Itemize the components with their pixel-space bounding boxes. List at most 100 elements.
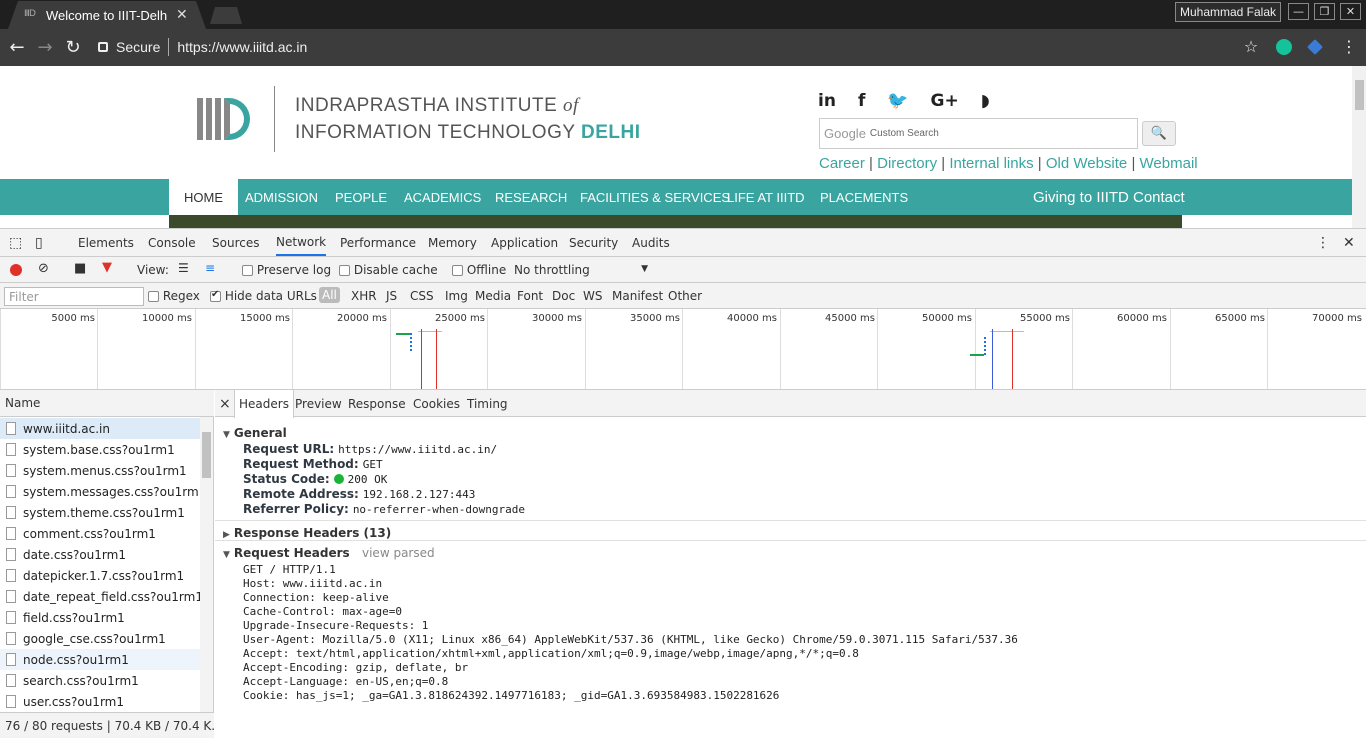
type-img[interactable]: Img: [445, 289, 468, 303]
reload-icon[interactable]: ↻: [62, 37, 84, 58]
link-career[interactable]: Career: [819, 155, 865, 172]
nav-life[interactable]: LIFE AT IIITD: [727, 179, 805, 215]
site-logo[interactable]: INDRAPRASTHA INSTITUTE of INFORMATION TE…: [197, 86, 640, 152]
google-plus-icon[interactable]: G+: [931, 91, 959, 111]
request-row[interactable]: datepicker.1.7.css?ou1rm1: [0, 565, 200, 586]
link-webmail[interactable]: Webmail: [1140, 155, 1198, 172]
browser-tab[interactable]: IIID Welcome to IIIT-Delhi ✕: [8, 1, 206, 29]
request-row[interactable]: node.css?ou1rm1: [0, 649, 200, 670]
request-row[interactable]: date.css?ou1rm1: [0, 544, 200, 565]
regex-checkbox[interactable]: [148, 291, 159, 302]
filter-icon[interactable]: ▼: [102, 260, 112, 275]
link-directory[interactable]: Directory: [877, 155, 937, 172]
request-row[interactable]: search.css?ou1rm1: [0, 670, 200, 691]
type-other[interactable]: Other: [668, 289, 702, 303]
type-font[interactable]: Font: [517, 289, 543, 303]
type-ws[interactable]: WS: [583, 289, 602, 303]
forward-icon[interactable]: →: [34, 37, 56, 58]
nav-giving[interactable]: Giving to IIITD: [1033, 179, 1129, 215]
filter-input[interactable]: Filter: [4, 287, 144, 306]
extension-icon[interactable]: [1307, 39, 1323, 55]
tab-preview[interactable]: Preview: [295, 390, 342, 417]
nav-research[interactable]: RESEARCH: [495, 179, 567, 215]
profile-button[interactable]: Muhammad Falak: [1175, 2, 1281, 22]
link-internal[interactable]: Internal links: [949, 155, 1033, 172]
capture-screenshots-icon[interactable]: ■: [74, 261, 86, 276]
tab-elements[interactable]: Elements: [78, 229, 134, 256]
tab-response[interactable]: Response: [348, 390, 406, 417]
google-search-input[interactable]: Google Custom Search: [819, 118, 1138, 149]
record-icon[interactable]: [10, 264, 22, 276]
overview-icon[interactable]: ≡: [205, 261, 215, 275]
large-rows-icon[interactable]: ☰: [178, 261, 189, 275]
twitter-icon[interactable]: 🐦: [887, 91, 908, 111]
request-row[interactable]: system.base.css?ou1rm1: [0, 439, 200, 460]
request-list-scrollbar[interactable]: [200, 417, 213, 712]
page-scrollbar[interactable]: [1352, 66, 1366, 228]
tab-network[interactable]: Network: [276, 229, 327, 256]
view-parsed-link[interactable]: view parsed: [362, 546, 435, 560]
devtools-menu-icon[interactable]: ⋮: [1316, 229, 1330, 256]
nav-contact[interactable]: Contact: [1133, 179, 1185, 215]
type-media[interactable]: Media: [475, 289, 511, 303]
type-manifest[interactable]: Manifest: [612, 289, 663, 303]
offline-checkbox[interactable]: [452, 265, 463, 276]
request-row[interactable]: system.messages.css?ou1rm1: [0, 481, 200, 502]
new-tab-button[interactable]: [210, 7, 242, 24]
request-row[interactable]: system.theme.css?ou1rm1: [0, 502, 200, 523]
nav-placements[interactable]: PLACEMENTS: [820, 179, 908, 215]
tab-cookies[interactable]: Cookies: [413, 390, 460, 417]
throttling-select[interactable]: No throttling ▼: [514, 263, 650, 277]
nav-people[interactable]: PEOPLE: [335, 179, 387, 215]
type-all[interactable]: All: [319, 287, 340, 303]
request-row[interactable]: field.css?ou1rm1: [0, 607, 200, 628]
search-button[interactable]: 🔍: [1142, 121, 1176, 146]
request-row[interactable]: user.css?ou1rm1: [0, 691, 200, 712]
grammarly-extension-icon[interactable]: [1276, 39, 1292, 55]
network-overview[interactable]: 5000 ms 10000 ms 15000 ms 20000 ms 25000…: [0, 309, 1366, 390]
request-row[interactable]: www.iiitd.ac.in: [0, 418, 200, 439]
nav-facilities[interactable]: FACILITIES & SERVICES: [580, 179, 730, 215]
type-css[interactable]: CSS: [410, 289, 434, 303]
close-tab-icon[interactable]: ✕: [176, 7, 188, 23]
device-toolbar-icon[interactable]: ▯: [35, 229, 43, 256]
clear-icon[interactable]: ⊘: [38, 261, 49, 276]
linkedin-icon[interactable]: in: [818, 91, 836, 111]
type-xhr[interactable]: XHR: [351, 289, 377, 303]
rss-icon[interactable]: ◗: [981, 91, 990, 111]
tab-timing[interactable]: Timing: [467, 390, 508, 417]
facebook-icon[interactable]: f: [858, 91, 865, 111]
minimize-icon[interactable]: —: [1288, 3, 1309, 20]
nav-admission[interactable]: ADMISSION: [245, 179, 318, 215]
request-headers-toggle[interactable]: ▼ Request Headers: [223, 546, 350, 560]
name-column-header[interactable]: Name: [0, 390, 214, 417]
close-detail-icon[interactable]: ×: [219, 390, 231, 417]
type-js[interactable]: JS: [386, 289, 397, 303]
bookmark-star-icon[interactable]: ☆: [1240, 37, 1262, 56]
chrome-menu-icon[interactable]: ⋮: [1338, 37, 1360, 56]
tab-application[interactable]: Application: [491, 229, 558, 256]
inspect-element-icon[interactable]: ⬚: [9, 229, 22, 256]
close-window-icon[interactable]: ✕: [1340, 3, 1361, 20]
nav-home[interactable]: HOME: [169, 179, 238, 215]
restore-icon[interactable]: ❐: [1314, 3, 1335, 20]
general-section-toggle[interactable]: ▼ General: [223, 426, 287, 440]
request-row[interactable]: google_cse.css?ou1rm1: [0, 628, 200, 649]
tab-headers[interactable]: Headers: [234, 390, 294, 418]
response-headers-toggle[interactable]: ▶ Response Headers (13): [223, 526, 391, 540]
disable-cache-checkbox[interactable]: [339, 265, 350, 276]
tab-audits[interactable]: Audits: [632, 229, 670, 256]
nav-academics[interactable]: ACADEMICS: [404, 179, 481, 215]
request-row[interactable]: comment.css?ou1rm1: [0, 523, 200, 544]
tab-memory[interactable]: Memory: [428, 229, 477, 256]
tab-performance[interactable]: Performance: [340, 229, 416, 256]
tab-sources[interactable]: Sources: [212, 229, 259, 256]
type-doc[interactable]: Doc: [552, 289, 575, 303]
back-icon[interactable]: ←: [6, 37, 28, 58]
tab-security[interactable]: Security: [569, 229, 618, 256]
tab-console[interactable]: Console: [148, 229, 196, 256]
close-devtools-icon[interactable]: ✕: [1343, 229, 1355, 256]
request-row[interactable]: system.menus.css?ou1rm1: [0, 460, 200, 481]
preserve-log-checkbox[interactable]: [242, 265, 253, 276]
link-old-website[interactable]: Old Website: [1046, 155, 1127, 172]
